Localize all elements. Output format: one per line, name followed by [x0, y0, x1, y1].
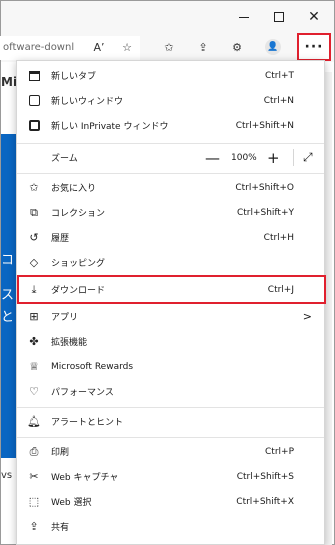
menu-item-zoom: ズーム — 100% + ⤢	[51, 148, 313, 167]
read-aloud-icon[interactable]: A’	[89, 37, 109, 57]
history-icon: ↺	[29, 231, 39, 244]
printer-icon: ⎙	[29, 444, 39, 458]
menu-item-share[interactable]: ⇪ 共有	[17, 514, 324, 539]
toolbar: oftware-downl A’ ☆ ✩ ⇪ ⚙ 👤 ···	[0, 32, 334, 62]
new-tab-icon	[27, 69, 41, 83]
menu-item-web-capture[interactable]: ✂ Web キャプチャ Ctrl+Shift+S	[17, 464, 324, 489]
web-select-icon: ⬚	[28, 495, 40, 508]
zoom-out-button[interactable]: —	[205, 149, 220, 167]
page-text-fragment: vs	[1, 470, 13, 481]
shopping-tag-icon: ◇	[29, 256, 39, 269]
minimize-icon	[239, 16, 249, 18]
title-bar: ✕	[1, 1, 334, 32]
minimize-button[interactable]	[234, 7, 254, 27]
add-favorite-icon[interactable]: ☆	[117, 37, 137, 57]
collections-icon: ⧉	[30, 205, 38, 219]
performance-heart-icon: ♡	[29, 385, 39, 398]
settings-more-button[interactable]: ···	[297, 33, 331, 61]
menu-item-apps[interactable]: ⊞ アプリ >	[17, 304, 324, 329]
menu-item-rewards[interactable]: ♕ Microsoft Rewards	[17, 354, 324, 379]
menu-item-performance[interactable]: ♡ パフォーマンス	[17, 379, 324, 404]
menu-item-downloads[interactable]: ⤓ ダウンロード Ctrl+J	[17, 277, 324, 302]
share-toolbar-icon[interactable]: ⇪	[193, 37, 213, 57]
page-title-fragment: Mic	[1, 75, 25, 89]
menu-divider	[17, 143, 324, 144]
profile-avatar[interactable]: 👤	[263, 37, 283, 57]
menu-item-alerts[interactable]: 🔔︎ アラートとヒント	[17, 409, 324, 434]
menu-item-new-tab[interactable]: 新しいタブ Ctrl+T	[17, 63, 324, 88]
zoom-level: 100%	[231, 152, 257, 163]
rewards-icon: ♕	[29, 360, 39, 373]
menu-item-history[interactable]: ↺ 履歴 Ctrl+H	[17, 225, 324, 250]
extensions-puzzle-icon: ✤	[29, 335, 39, 348]
download-icon: ⤓	[31, 282, 37, 296]
favorites-star-icon: ✩	[29, 181, 39, 194]
menu-item-web-select[interactable]: ⬚ Web 選択 Ctrl+Shift+X	[17, 489, 324, 514]
close-icon: ✕	[308, 9, 320, 25]
fullscreen-icon[interactable]: ⤢	[303, 150, 313, 165]
bell-icon: 🔔︎	[27, 415, 41, 428]
share-icon: ⇪	[29, 520, 39, 533]
menu-item-print[interactable]: ⎙ 印刷 Ctrl+P	[17, 439, 324, 464]
menu-item-collections[interactable]: ⧉ コレクション Ctrl+Shift+Y	[17, 200, 324, 225]
web-capture-icon: ✂	[29, 470, 39, 483]
close-button[interactable]: ✕	[304, 7, 324, 27]
inprivate-icon	[27, 119, 41, 133]
page-banner: コ ス と	[1, 134, 17, 458]
menu-divider	[17, 173, 324, 174]
menu-item-new-window[interactable]: 新しいウィンドウ Ctrl+N	[17, 88, 324, 113]
menu-item-extensions[interactable]: ✤ 拡張機能	[17, 329, 324, 354]
apps-icon: ⊞	[29, 310, 39, 323]
zoom-in-button[interactable]: +	[267, 149, 280, 167]
maximize-button[interactable]	[269, 7, 289, 27]
maximize-icon	[274, 12, 284, 22]
favorites-icon[interactable]: ✩	[159, 37, 179, 57]
menu-divider	[17, 437, 324, 438]
extensions-toolbar-icon[interactable]: ⚙	[227, 37, 247, 57]
new-window-icon	[27, 94, 41, 108]
menu-item-favorites[interactable]: ✩ お気に入り Ctrl+Shift+O	[17, 175, 324, 200]
chevron-right-icon: >	[302, 310, 312, 323]
menu-divider	[17, 407, 324, 408]
settings-menu: 新しいタブ Ctrl+T 新しいウィンドウ Ctrl+N 新しい InPriva…	[16, 60, 325, 545]
menu-item-shopping[interactable]: ◇ ショッピング	[17, 250, 324, 275]
address-text: oftware-downl	[3, 42, 75, 53]
profile-icon: 👤	[265, 39, 281, 55]
zoom-divider	[293, 149, 294, 166]
menu-item-new-inprivate[interactable]: 新しい InPrivate ウィンドウ Ctrl+Shift+N	[17, 113, 324, 138]
